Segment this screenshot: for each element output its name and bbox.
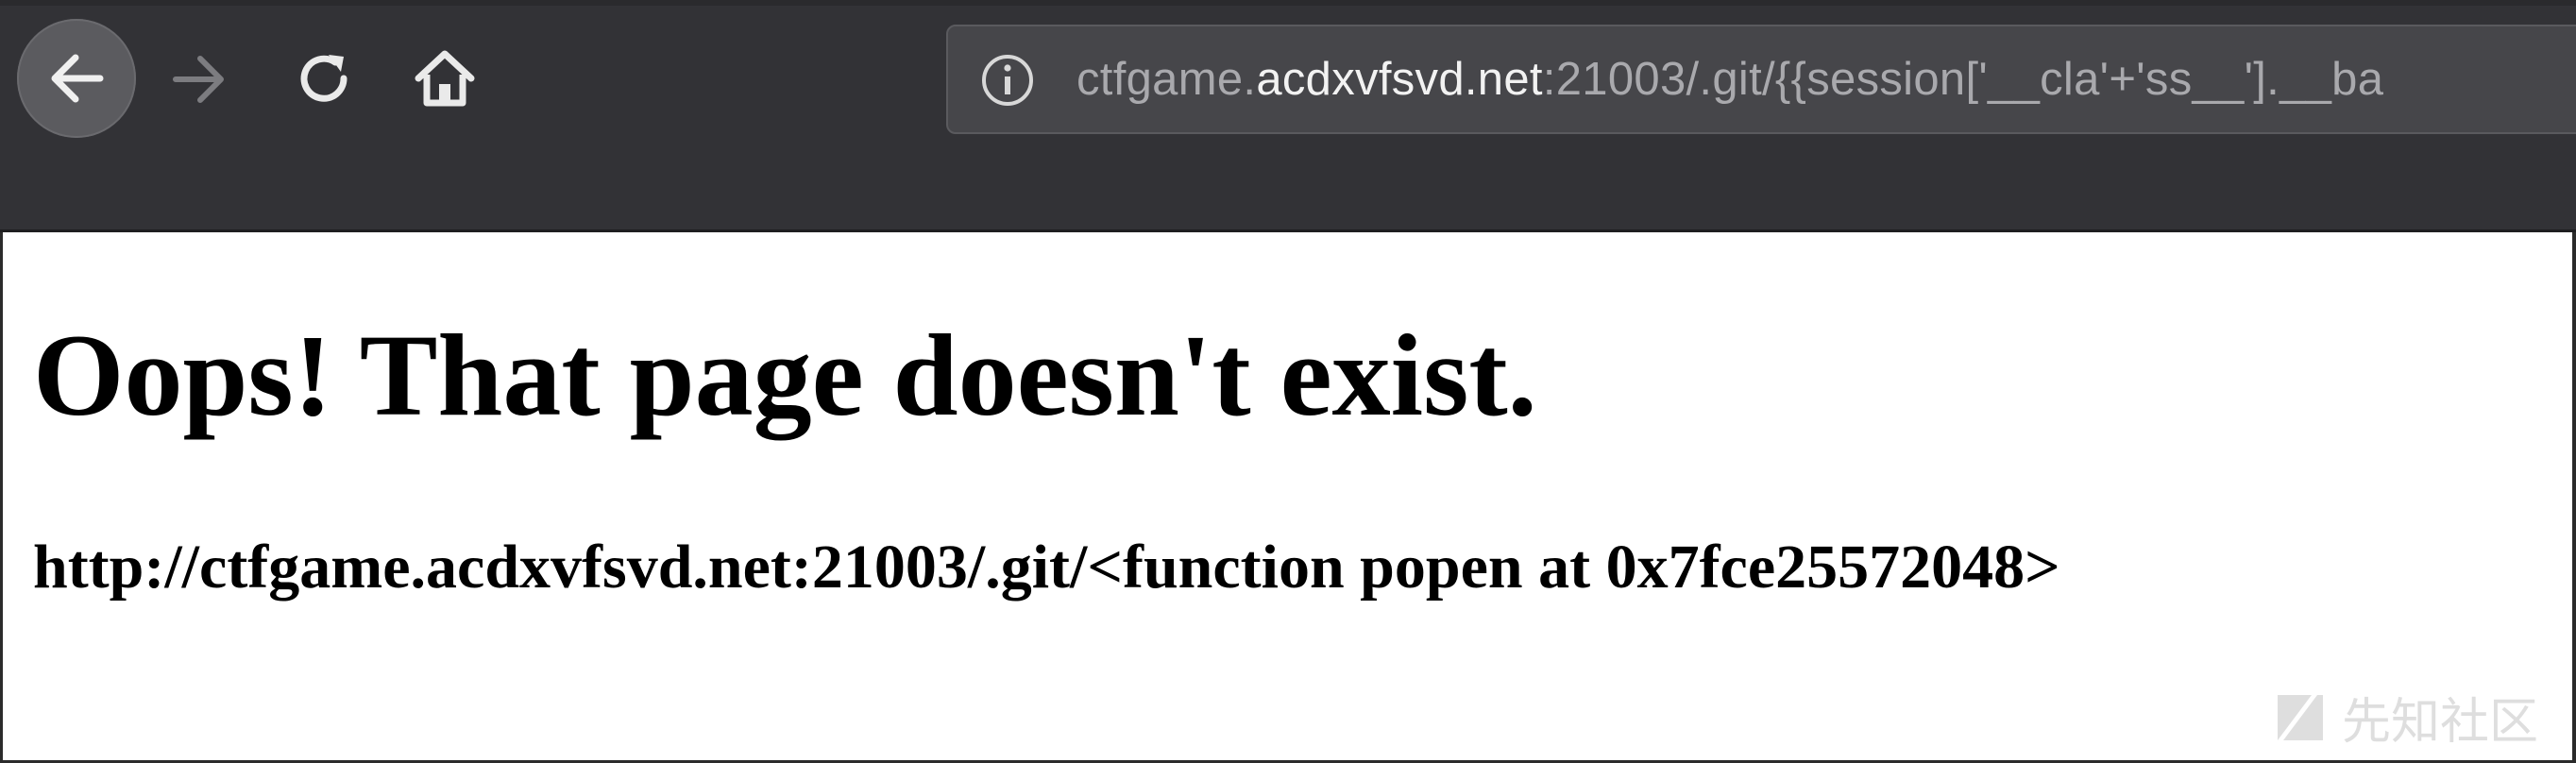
watermark-logo-icon (2277, 694, 2323, 740)
home-button[interactable] (402, 36, 487, 121)
url-prefix: ctfgame. (1076, 54, 1257, 105)
address-bar[interactable]: ctfgame.acdxvfsvd.net:21003/.git/{{sessi… (946, 25, 2576, 134)
watermark: 先知社区 (2274, 682, 2538, 753)
error-message: http://ctfgame.acdxvfsvd.net:21003/.git/… (33, 533, 2060, 602)
reload-button[interactable] (281, 36, 366, 121)
toolbar-top-edge (0, 0, 2576, 6)
page-content: Oops! That page doesn't exist. http://ct… (0, 232, 2576, 763)
url-text[interactable]: ctfgame.acdxvfsvd.net:21003/.git/{{sessi… (1076, 26, 2383, 132)
watermark-text: 先知社区 (2341, 694, 2538, 751)
browser-toolbar: ctfgame.acdxvfsvd.net:21003/.git/{{sessi… (0, 0, 2576, 232)
arrow-right-icon (173, 56, 224, 103)
forward-button[interactable] (159, 42, 244, 117)
reload-icon (300, 55, 347, 102)
url-host: acdxvfsvd.net (1256, 54, 1543, 105)
browser-window: ctfgame.acdxvfsvd.net:21003/.git/{{sessi… (0, 0, 2576, 763)
back-button[interactable] (17, 19, 136, 138)
url-suffix: :21003/.git/{{session['__cla'+'ss__'].__… (1542, 54, 2384, 105)
info-icon[interactable] (980, 53, 1035, 108)
arrow-left-icon (51, 54, 104, 103)
home-icon (415, 50, 475, 107)
page-title: Oops! That page doesn't exist. (33, 311, 1537, 440)
